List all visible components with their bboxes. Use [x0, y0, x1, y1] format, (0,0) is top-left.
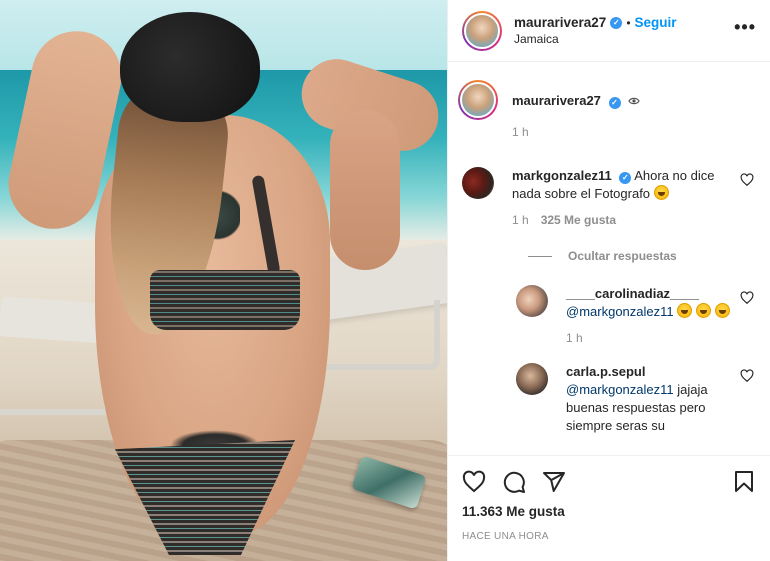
reply-like-heart-icon[interactable]: [740, 369, 754, 383]
laughing-emoji-icon: [653, 185, 669, 200]
comment-username[interactable]: markgonzalez11: [512, 168, 612, 183]
comment-likes[interactable]: 325 Me gusta: [541, 213, 616, 227]
reply-item: ____carolinadiaz____ @markgonzalez11 1 h: [516, 285, 756, 345]
reply-time[interactable]: 1 h: [566, 331, 583, 345]
more-options-icon[interactable]: •••: [734, 17, 756, 44]
eye-icon: [628, 93, 640, 111]
reply-like-heart-icon[interactable]: [740, 291, 754, 305]
post-actions: 11.363 Me gusta HACE UNA HORA: [448, 455, 770, 561]
like-heart-icon[interactable]: [462, 470, 486, 494]
post-photo[interactable]: [0, 0, 447, 561]
photo-cap: [120, 12, 260, 122]
reply-body: ____carolinadiaz____ @markgonzalez11 1 h: [566, 285, 756, 345]
reply-mention-link[interactable]: @markgonzalez11: [566, 382, 674, 397]
header-avatar-image: [464, 12, 500, 49]
reply-avatar[interactable]: [516, 285, 548, 317]
reply-text: carla.p.sepul @markgonzalez11 jajaja bue…: [566, 363, 730, 435]
action-icon-row: [462, 464, 756, 500]
reply-mention-link[interactable]: @markgonzalez11: [566, 304, 674, 319]
laughing-emoji-icon: [714, 303, 730, 318]
reply-meta: 1 h: [566, 331, 730, 345]
verified-badge-icon: ✓: [619, 172, 632, 184]
caption-username[interactable]: maurarivera27: [512, 93, 601, 108]
reply-body: carla.p.sepul @markgonzalez11 jajaja bue…: [566, 363, 756, 435]
reply-username[interactable]: ____carolinadiaz____: [566, 286, 699, 301]
comment-text: markgonzalez11 ✓ Ahora no dice nada sobr…: [512, 167, 730, 203]
post-likes-count[interactable]: 11.363 Me gusta: [462, 504, 756, 519]
reply-text: ____carolinadiaz____ @markgonzalez11: [566, 285, 730, 321]
reply-username[interactable]: carla.p.sepul: [566, 364, 645, 379]
reply-item: carla.p.sepul @markgonzalez11 jajaja bue…: [516, 363, 756, 435]
share-send-icon[interactable]: [542, 470, 566, 494]
header-location[interactable]: Jamaica: [514, 32, 734, 46]
comment-body: markgonzalez11 ✓ Ahora no dice nada sobr…: [512, 167, 756, 227]
comment-time[interactable]: 1 h: [512, 213, 529, 227]
header-separator: •: [626, 15, 631, 30]
header-username[interactable]: maurarivera27: [514, 15, 606, 30]
comment-meta: 1 h 325 Me gusta: [512, 213, 730, 227]
photo-bikini-top: [150, 270, 300, 330]
caption-time[interactable]: 1 h: [512, 125, 529, 139]
comments-list[interactable]: maurarivera27 ✓ 1 h markgonzalez11 ✓ Aho…: [448, 62, 770, 454]
comment-bubble-icon[interactable]: [502, 470, 526, 494]
comment-item: markgonzalez11 ✓ Ahora no dice nada sobr…: [462, 167, 756, 227]
verified-badge-icon: ✓: [610, 16, 623, 29]
header-text: maurarivera27 ✓ • Seguir Jamaica: [514, 15, 734, 46]
laughing-emoji-icon: [677, 303, 693, 318]
reply-avatar[interactable]: [516, 363, 548, 395]
photo-lounger-left-frame: [0, 335, 110, 415]
caption-meta: 1 h: [512, 125, 730, 139]
comment-avatar[interactable]: [462, 167, 494, 199]
save-bookmark-icon[interactable]: [732, 470, 756, 494]
caption-text: maurarivera27 ✓: [512, 92, 730, 111]
instagram-post: maurarivera27 ✓ • Seguir Jamaica ••• mau…: [0, 0, 770, 561]
post-side-panel: maurarivera27 ✓ • Seguir Jamaica ••• mau…: [447, 0, 770, 561]
caption-body: maurarivera27 ✓ 1 h: [512, 84, 756, 139]
caption: maurarivera27 ✓ 1 h: [458, 80, 756, 139]
header-avatar[interactable]: [462, 10, 502, 51]
replies-toggle-label: Ocultar respuestas: [568, 249, 677, 263]
comment-like-heart-icon[interactable]: [740, 173, 754, 187]
photo-forearm-right: [330, 110, 400, 270]
header-user-row: maurarivera27 ✓ • Seguir: [514, 15, 734, 30]
caption-avatar[interactable]: [458, 80, 498, 120]
post-timestamp[interactable]: HACE UNA HORA: [462, 531, 756, 542]
hide-replies-toggle[interactable]: Ocultar respuestas: [528, 249, 756, 263]
caption-avatar-image: [460, 82, 496, 118]
replies-toggle-line: [528, 255, 552, 257]
verified-badge-icon: ✓: [608, 97, 621, 109]
laughing-emoji-icon: [695, 303, 711, 318]
follow-button[interactable]: Seguir: [635, 15, 677, 30]
post-header: maurarivera27 ✓ • Seguir Jamaica •••: [448, 0, 770, 62]
